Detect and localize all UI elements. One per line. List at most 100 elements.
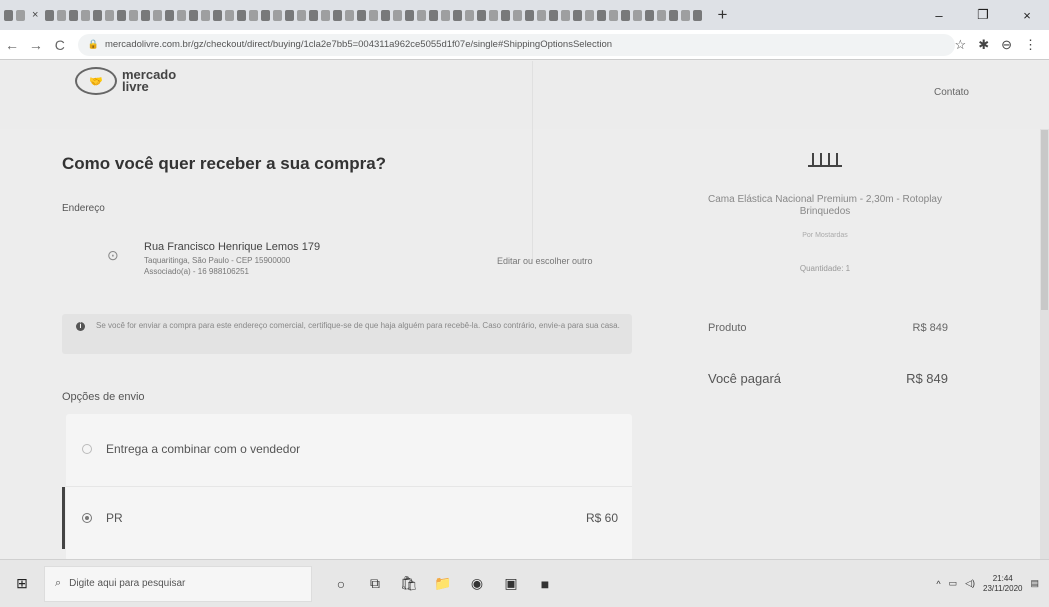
tab-favicon[interactable]: [201, 9, 211, 21]
contact-link[interactable]: Contato: [934, 87, 969, 98]
network-icon[interactable]: ▭: [949, 578, 958, 589]
tab-favicon[interactable]: [297, 9, 307, 21]
tab-favicon[interactable]: [16, 9, 25, 21]
address-section-label: Endereço: [62, 203, 105, 214]
profile-icon[interactable]: ⊖: [1001, 37, 1012, 53]
cortana-icon[interactable]: ○: [324, 560, 358, 607]
new-tab-button[interactable]: +: [717, 5, 727, 25]
tab-favicon[interactable]: [117, 9, 127, 21]
word-icon[interactable]: ▣: [494, 560, 528, 607]
radio-button[interactable]: [82, 444, 92, 454]
tab-favicon[interactable]: [465, 9, 475, 21]
tab-favicon[interactable]: [477, 9, 487, 21]
product-quantity: Quantidade: 1: [799, 264, 851, 273]
tab-favicon[interactable]: [573, 9, 583, 21]
tab-favicon[interactable]: [261, 9, 271, 21]
logo-text-line2: livre: [122, 79, 149, 94]
tab-favicon[interactable]: [669, 9, 679, 21]
tab-favicon[interactable]: [177, 9, 187, 21]
tab-favicon[interactable]: [369, 9, 379, 21]
tab-favicon[interactable]: [537, 9, 547, 21]
tab-favicon[interactable]: [249, 9, 259, 21]
back-arrow-icon[interactable]: ←: [0, 37, 24, 53]
tab-favicon[interactable]: [441, 9, 451, 21]
tab-favicon[interactable]: [597, 9, 607, 21]
notifications-icon[interactable]: ▤: [1030, 578, 1039, 589]
info-icon: i: [76, 322, 85, 331]
minimize-button[interactable]: –: [917, 0, 961, 30]
tab-favicon[interactable]: [357, 9, 367, 21]
store-icon[interactable]: 🛍: [392, 560, 426, 607]
tab-favicon[interactable]: [321, 9, 331, 21]
tab-favicon[interactable]: [513, 9, 523, 21]
tab-favicon[interactable]: [693, 9, 703, 21]
tab-favicon[interactable]: [585, 9, 595, 21]
volume-icon[interactable]: ◁): [965, 578, 975, 589]
reload-icon[interactable]: C: [48, 37, 72, 53]
tab-favicon[interactable]: [105, 9, 115, 21]
tab-favicons[interactable]: × +: [0, 5, 727, 25]
edit-address-link[interactable]: Editar ou escolher outro: [497, 256, 593, 266]
chrome-icon[interactable]: ◉: [460, 560, 494, 607]
tab-favicon[interactable]: [525, 9, 535, 21]
tab-favicon[interactable]: [681, 9, 691, 21]
tab-favicon[interactable]: [345, 9, 355, 21]
tab-favicon[interactable]: [657, 9, 667, 21]
system-tray: ^ ▭ ◁) 21:44 23/11/2020 ▤: [936, 574, 1049, 594]
tab-favicon[interactable]: [549, 9, 559, 21]
taskbar-search[interactable]: ⌕ Digite aqui para pesquisar: [44, 565, 312, 602]
tab-favicon[interactable]: [381, 9, 391, 21]
address-bar[interactable]: 🔒 mercadolivre.com.br/gz/checkout/direct…: [77, 33, 955, 56]
tab-favicon[interactable]: [309, 9, 319, 21]
tab-favicon[interactable]: [621, 9, 631, 21]
tab-favicon[interactable]: [141, 9, 151, 21]
shipping-option-combine[interactable]: Entrega a combinar com o vendedor: [66, 418, 632, 480]
tab-favicon[interactable]: [4, 9, 13, 21]
tab-favicon[interactable]: [189, 9, 199, 21]
browser-menu-icon[interactable]: ⋮: [1024, 37, 1037, 53]
scrollbar-thumb[interactable]: [1041, 130, 1048, 310]
tab-favicon[interactable]: [645, 9, 655, 21]
tab-favicon[interactable]: [57, 9, 67, 21]
tab-favicon[interactable]: [405, 9, 415, 21]
bookmark-star-icon[interactable]: ☆: [955, 37, 967, 53]
tab-favicon[interactable]: [429, 9, 439, 21]
tab-favicon[interactable]: [501, 9, 511, 21]
tab-close-icon[interactable]: ×: [32, 9, 38, 21]
windows-start-icon[interactable]: ⊞: [0, 560, 44, 607]
close-window-button[interactable]: ×: [1005, 0, 1049, 30]
shipping-option-pr[interactable]: PR R$ 60: [62, 486, 632, 549]
tab-favicon[interactable]: [561, 9, 571, 21]
tab-favicon[interactable]: [417, 9, 427, 21]
tab-favicon[interactable]: [609, 9, 619, 21]
radio-button-selected[interactable]: [82, 512, 92, 523]
tab-favicon[interactable]: [633, 9, 643, 21]
file-explorer-icon[interactable]: 📁: [426, 560, 460, 607]
tab-favicon[interactable]: [237, 9, 247, 21]
tab-favicon[interactable]: [81, 9, 91, 21]
tab-favicon[interactable]: [225, 9, 235, 21]
tab-favicon[interactable]: [213, 9, 223, 21]
tab-favicon[interactable]: [453, 9, 463, 21]
shipping-option-label: Entrega a combinar com o vendedor: [106, 442, 301, 456]
clock[interactable]: 21:44 23/11/2020: [983, 574, 1022, 594]
tab-favicon[interactable]: [129, 9, 139, 21]
maximize-button[interactable]: ❐: [961, 0, 1005, 30]
extensions-icon[interactable]: ✱: [978, 37, 989, 53]
tab-favicon[interactable]: [333, 9, 343, 21]
tab-favicon[interactable]: [45, 9, 55, 21]
tab-favicon[interactable]: [393, 9, 403, 21]
app-icon[interactable]: ■: [528, 560, 562, 607]
tab-favicon[interactable]: [165, 9, 175, 21]
tab-favicon[interactable]: [273, 9, 283, 21]
window-controls: – ❐ ×: [917, 0, 1049, 30]
chevron-up-icon[interactable]: ^: [936, 579, 940, 589]
tab-favicon[interactable]: [153, 9, 163, 21]
mercado-livre-logo[interactable]: 🤝 mercado livre: [75, 67, 176, 95]
task-view-icon[interactable]: ⧉: [358, 560, 392, 607]
tab-favicon[interactable]: [93, 9, 103, 21]
tab-favicon[interactable]: [489, 9, 499, 21]
tab-favicon[interactable]: [285, 9, 295, 21]
tab-favicon[interactable]: [69, 9, 79, 21]
forward-arrow-icon[interactable]: →: [24, 37, 48, 53]
